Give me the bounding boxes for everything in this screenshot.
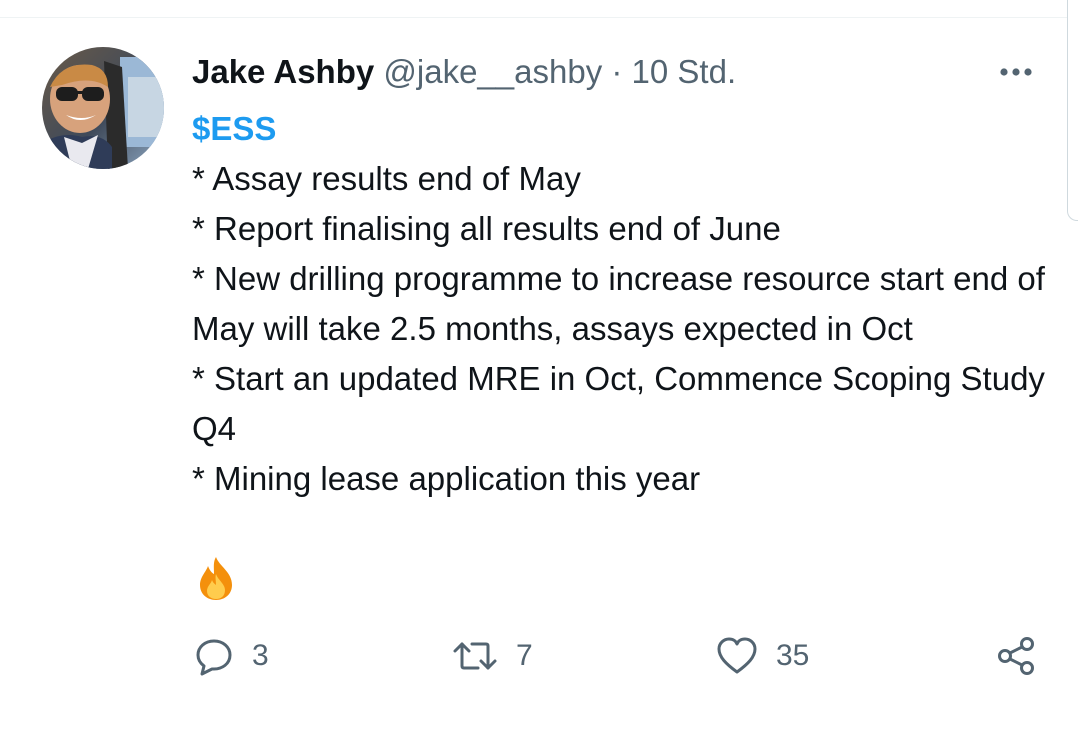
avatar[interactable] <box>42 47 164 169</box>
more-icon <box>1000 68 1032 76</box>
share-icon <box>998 637 1034 675</box>
avatar-image <box>42 47 164 169</box>
fire-emoji <box>192 554 240 602</box>
retweet-button[interactable]: 7 <box>452 634 533 678</box>
reply-icon <box>196 639 232 676</box>
reply-count: 3 <box>252 639 269 672</box>
share-button[interactable] <box>996 634 1038 678</box>
tweet-header: Jake Ashby @jake__ashby · 10 Std. <box>192 52 736 92</box>
top-divider <box>0 17 1068 18</box>
separator-dot: · <box>611 53 623 90</box>
like-button[interactable]: 35 <box>716 634 809 678</box>
heart-icon <box>717 637 757 674</box>
tweet-line: * Start an updated MRE in Oct, Commence … <box>192 360 1045 447</box>
author-name[interactable]: Jake Ashby <box>192 53 374 90</box>
retweet-count: 7 <box>516 639 533 672</box>
like-count: 35 <box>776 639 810 672</box>
tweet-line: * Report finalising all results end of J… <box>192 210 781 247</box>
tweet-line: * Mining lease application this year <box>192 460 701 497</box>
retweet-icon <box>453 642 497 670</box>
more-button[interactable] <box>996 60 1036 84</box>
author-handle[interactable]: @jake__ashby <box>383 53 602 90</box>
tweet-line: * New drilling programme to increase res… <box>192 260 1045 347</box>
timestamp[interactable]: 10 Std. <box>632 53 737 90</box>
tweet-text: $ESS * Assay results end of May * Report… <box>192 104 1062 504</box>
cashtag-link[interactable]: $ESS <box>192 110 276 147</box>
tweet-line: * Assay results end of May <box>192 160 581 197</box>
scrollbar[interactable] <box>1067 0 1078 221</box>
reply-button[interactable]: 3 <box>194 634 269 678</box>
